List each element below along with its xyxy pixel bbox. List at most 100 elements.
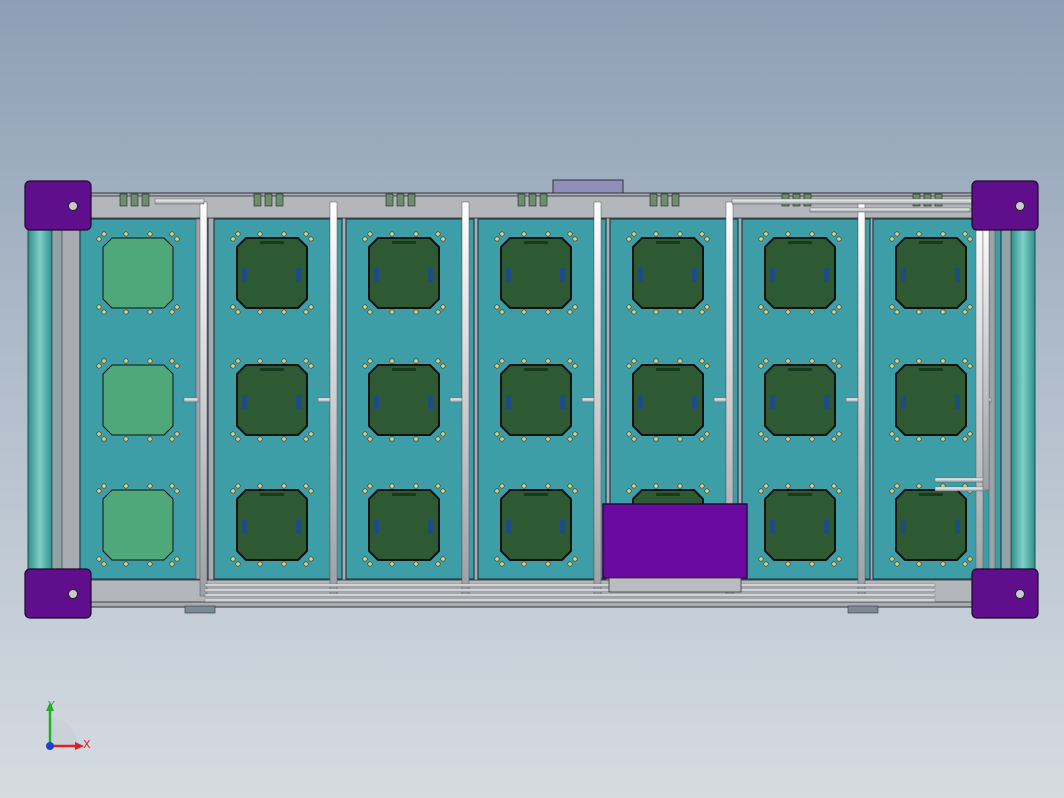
manifold-pipe (204, 598, 936, 603)
mounting-hole (894, 561, 900, 567)
mounting-hole (545, 561, 551, 567)
mounting-hole (303, 358, 309, 364)
chip (692, 395, 697, 409)
mounting-hole (809, 309, 815, 315)
mounting-hole (545, 231, 551, 237)
mounting-hole (758, 556, 764, 562)
chip (692, 268, 697, 282)
mounting-hole (96, 236, 102, 242)
connector (649, 193, 658, 207)
mounting-hole (303, 231, 309, 237)
chip (919, 368, 943, 371)
mounting-hole (235, 358, 241, 364)
mounting-hole (389, 358, 395, 364)
mounting-hole (916, 309, 922, 315)
mounting-hole (235, 436, 241, 442)
mounting-hole (362, 488, 368, 494)
enclosure-box[interactable] (602, 503, 748, 579)
mounting-hole (281, 483, 287, 489)
mounting-hole (230, 304, 236, 310)
mounting-hole (699, 483, 705, 489)
chip (524, 493, 548, 496)
mounting-hole (699, 309, 705, 315)
mounting-hole (809, 358, 815, 364)
mounting-hole (440, 363, 446, 369)
mounting-hole (940, 436, 946, 442)
mounting-hole (494, 236, 500, 242)
mounting-hole (677, 358, 683, 364)
board-module[interactable] (102, 364, 174, 436)
chip (296, 520, 301, 534)
mounting-hole (101, 483, 107, 489)
connector (119, 193, 128, 207)
chip (506, 268, 511, 282)
mounting-hole (699, 358, 705, 364)
mounting-hole (704, 304, 710, 310)
mounting-hole (413, 561, 419, 567)
mounting-hole (494, 431, 500, 437)
mounting-hole (96, 363, 102, 369)
chip (638, 395, 643, 409)
connector (660, 193, 669, 207)
mounting-hole (257, 561, 263, 567)
mounting-hole (916, 358, 922, 364)
mounting-hole (916, 231, 922, 237)
mounting-hole (174, 363, 180, 369)
mounting-hole (836, 556, 842, 562)
mounting-hole (545, 483, 551, 489)
assembly-drawing[interactable] (0, 0, 1064, 798)
mounting-hole (169, 231, 175, 237)
corner-block-2[interactable] (971, 180, 1039, 231)
board-module[interactable] (102, 237, 174, 309)
z-axis-dot (46, 742, 54, 750)
right-rail (1010, 227, 1036, 574)
chip (392, 368, 416, 371)
left-rail (27, 227, 53, 574)
chip (955, 395, 960, 409)
mounting-hole (758, 488, 764, 494)
mounting-hole (631, 483, 637, 489)
mounting-hole (435, 358, 441, 364)
mounting-hole (785, 483, 791, 489)
cad-viewport[interactable]: Y X (0, 0, 1064, 798)
mounting-hole (962, 561, 968, 567)
mounting-hole (235, 309, 241, 315)
mounting-hole (626, 488, 632, 494)
mounting-hole (235, 483, 241, 489)
mounting-hole (257, 309, 263, 315)
mounting-hole (303, 483, 309, 489)
mounting-hole (916, 561, 922, 567)
chip (919, 493, 943, 496)
corner-block-1[interactable] (24, 180, 92, 231)
chip (560, 395, 565, 409)
triad-plane (50, 718, 78, 746)
mounting-hole (699, 436, 705, 442)
mounting-hole (494, 304, 500, 310)
pipe-stub (183, 397, 199, 403)
corner-block-4[interactable] (971, 568, 1039, 619)
mounting-hole (123, 483, 129, 489)
mounting-hole (96, 556, 102, 562)
chip (260, 493, 284, 496)
mounting-hole (785, 561, 791, 567)
board-module[interactable] (102, 489, 174, 561)
mounting-hole (123, 358, 129, 364)
chip (374, 395, 379, 409)
connector (528, 193, 537, 207)
mounting-hole (435, 309, 441, 315)
mounting-hole (367, 231, 373, 237)
mounting-hole (962, 309, 968, 315)
mounting-hole (257, 436, 263, 442)
chip (296, 268, 301, 282)
mounting-hole (567, 309, 573, 315)
mounting-hole (940, 358, 946, 364)
corner-block-3[interactable] (24, 568, 92, 619)
chip (392, 493, 416, 496)
mounting-hole (572, 431, 578, 437)
bolt (1015, 589, 1025, 599)
chip (824, 520, 829, 534)
mounting-hole (308, 431, 314, 437)
mounting-hole (831, 309, 837, 315)
mounting-hole (545, 436, 551, 442)
mounting-hole (677, 309, 683, 315)
